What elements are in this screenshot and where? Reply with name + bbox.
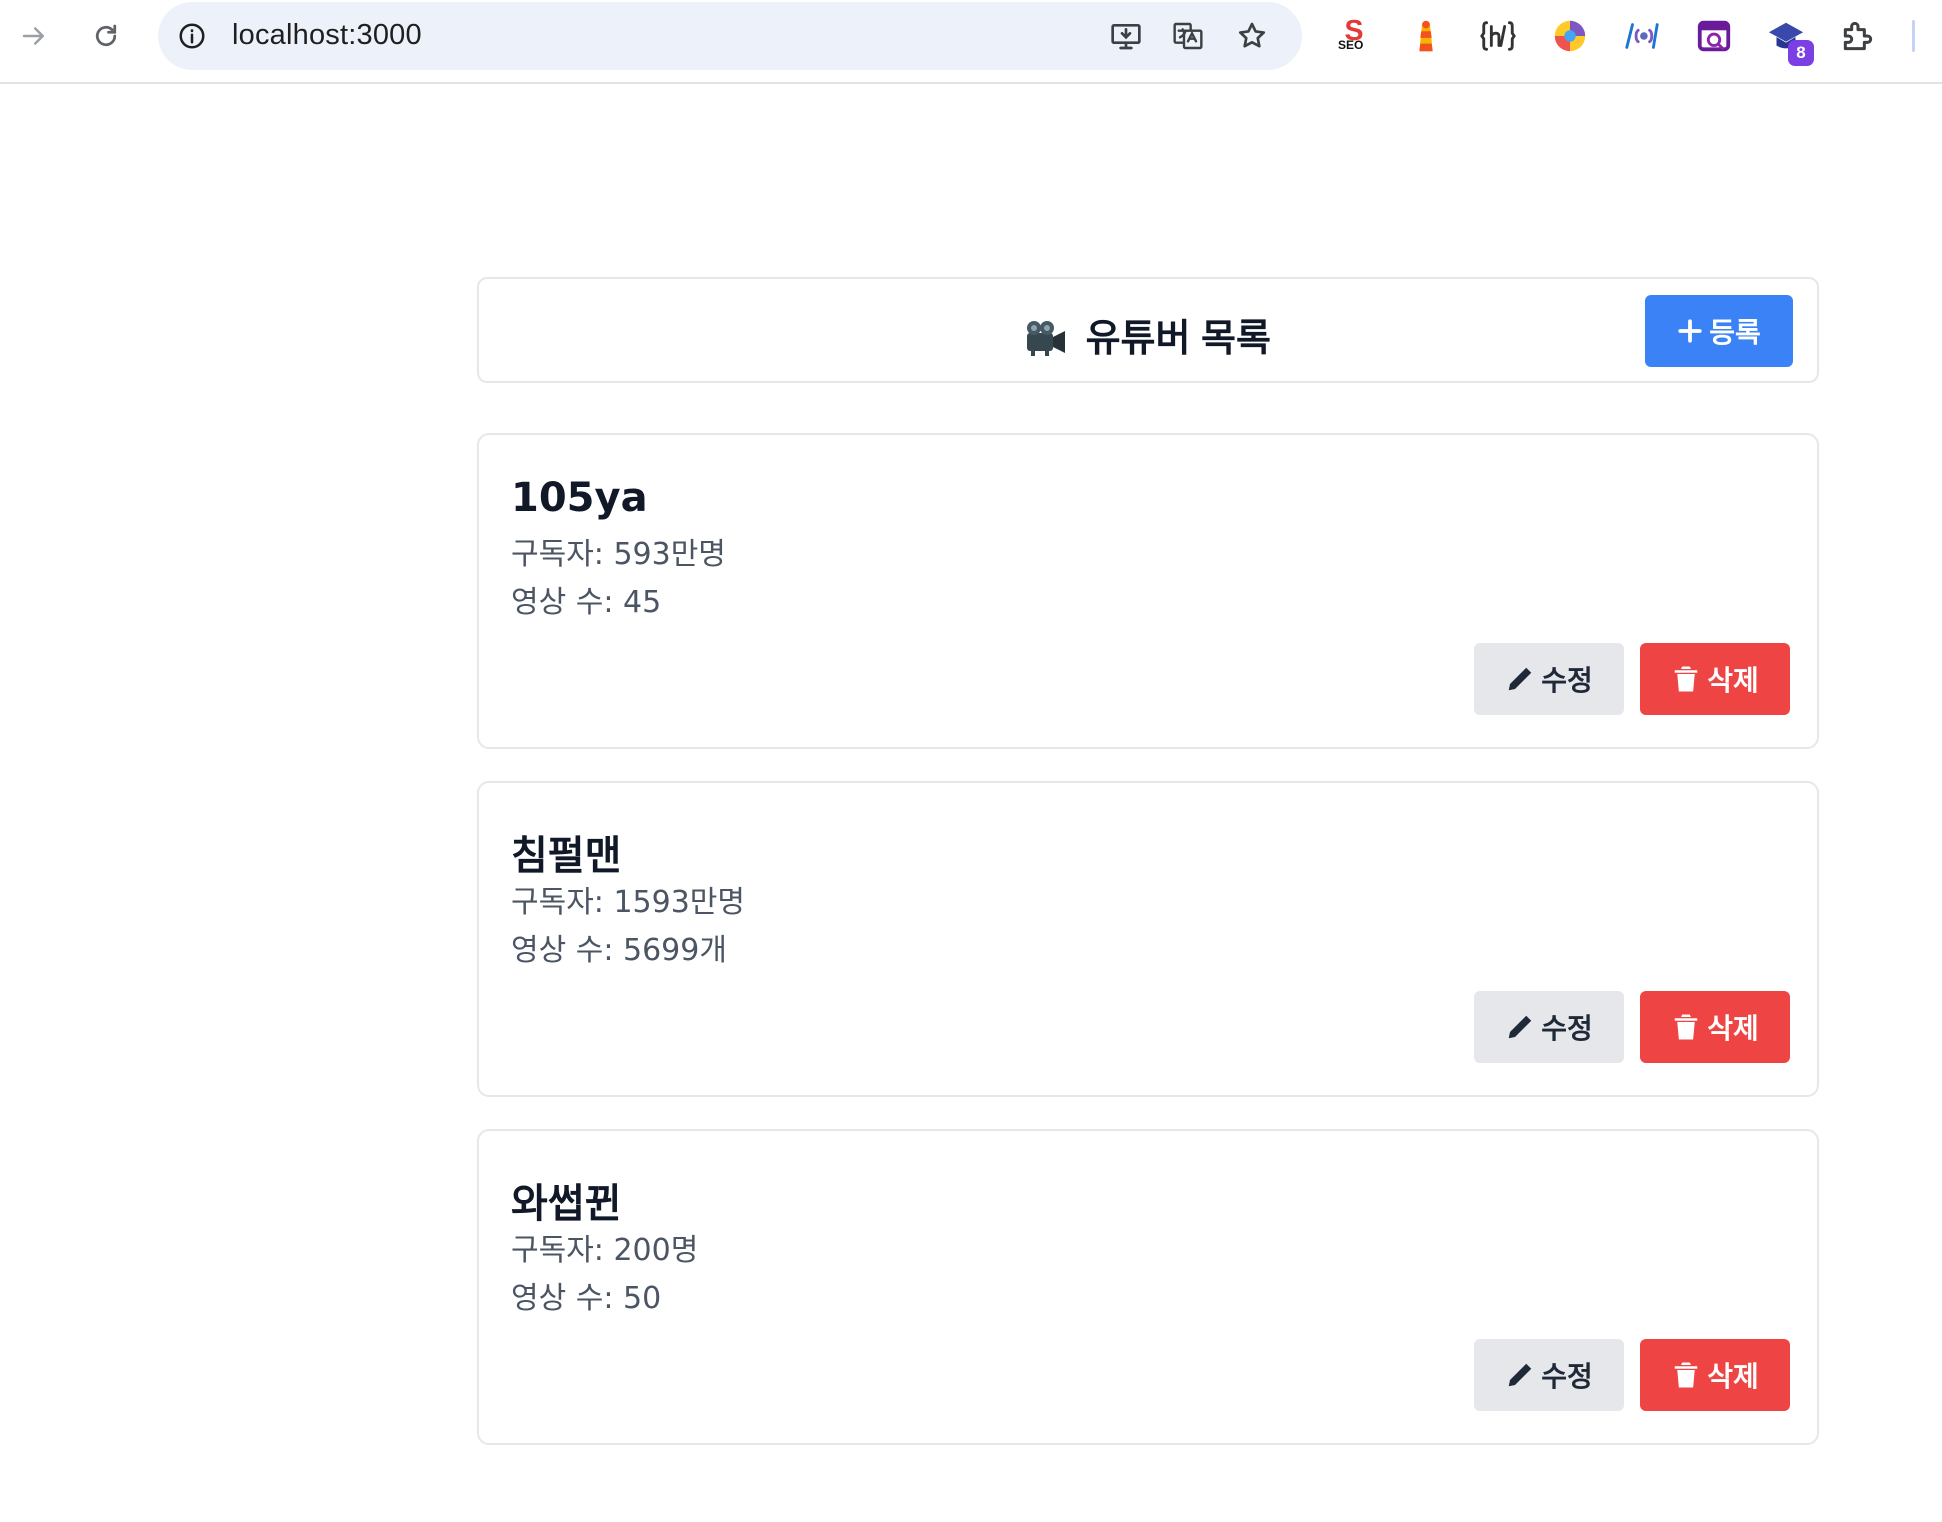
extensions-puzzle-icon[interactable]	[1838, 16, 1878, 56]
bookmark-star-icon[interactable]	[1234, 18, 1270, 54]
edit-button[interactable]: 수정	[1474, 991, 1624, 1063]
browser-toolbar: localhost:3000 S SEO 8	[0, 0, 1942, 84]
forward-button[interactable]	[12, 14, 56, 58]
react-devtools-extension-icon[interactable]	[1622, 16, 1662, 56]
youtuber-card: 와썹뀐 구독자: 200명 영상 수: 50 수정 삭제	[477, 1129, 1819, 1445]
extension-badge-count: 8	[1788, 40, 1814, 66]
edit-button-label: 수정	[1541, 1012, 1593, 1045]
install-app-icon[interactable]	[1108, 18, 1144, 54]
header-card: 유튜버 목록 등록	[477, 277, 1819, 383]
delete-button-label: 삭제	[1707, 664, 1759, 697]
page-title-text: 유튜버 목록	[1085, 318, 1271, 360]
plus-icon	[1678, 319, 1702, 343]
delete-button[interactable]: 삭제	[1640, 991, 1790, 1063]
add-youtuber-button[interactable]: 등록	[1645, 295, 1793, 367]
delete-button[interactable]: 삭제	[1640, 643, 1790, 715]
subscriber-count: 구독자: 200명	[511, 1233, 699, 1268]
page-title: 유튜버 목록	[479, 307, 1817, 367]
url-text[interactable]: localhost:3000	[232, 19, 422, 52]
delete-button-label: 삭제	[1707, 1012, 1759, 1045]
trash-icon	[1674, 666, 1698, 692]
colorful-extension-icon[interactable]	[1550, 16, 1590, 56]
edit-button-label: 수정	[1541, 1360, 1593, 1393]
youtuber-name: 105ya	[511, 475, 648, 521]
subscriber-count: 구독자: 593만명	[511, 537, 726, 572]
redux-devtools-extension-icon[interactable]	[1694, 16, 1734, 56]
edit-button[interactable]: 수정	[1474, 1339, 1624, 1411]
youtuber-name: 와썹뀐	[511, 1181, 622, 1227]
site-info-icon[interactable]	[176, 20, 208, 52]
add-button-label: 등록	[1709, 316, 1761, 349]
delete-button[interactable]: 삭제	[1640, 1339, 1790, 1411]
pencil-icon	[1508, 1015, 1532, 1039]
address-bar[interactable]: localhost:3000	[158, 2, 1302, 70]
video-count: 영상 수: 5699개	[511, 933, 727, 968]
pencil-icon	[1508, 1363, 1532, 1387]
toolbar-separator	[1912, 20, 1915, 52]
delete-button-label: 삭제	[1707, 1360, 1759, 1393]
video-count: 영상 수: 50	[511, 1281, 662, 1316]
graduation-extension-icon[interactable]: 8	[1766, 16, 1814, 66]
trash-icon	[1674, 1014, 1698, 1040]
html-extension-icon[interactable]	[1478, 16, 1518, 56]
translate-icon[interactable]	[1170, 18, 1206, 54]
youtuber-card: 105ya 구독자: 593만명 영상 수: 45 수정 삭제	[477, 433, 1819, 749]
lighthouse-extension-icon[interactable]	[1406, 16, 1446, 56]
youtuber-app: 유튜버 목록 등록 105ya 구독자: 593만명 영상 수: 45 수정 삭…	[477, 277, 1819, 1445]
arrow-right-icon	[22, 27, 44, 45]
subscriber-count: 구독자: 1593만명	[511, 885, 745, 920]
reload-icon	[95, 24, 117, 47]
seo-extension-label: SEO	[1338, 38, 1364, 52]
seo-extension-icon[interactable]: S SEO	[1334, 16, 1374, 56]
edit-button-label: 수정	[1541, 664, 1593, 697]
pencil-icon	[1508, 667, 1532, 691]
trash-icon	[1674, 1362, 1698, 1388]
video-count: 영상 수: 45	[511, 585, 662, 620]
edit-button[interactable]: 수정	[1474, 643, 1624, 715]
reload-button[interactable]	[84, 14, 128, 58]
youtuber-name: 침펄맨	[511, 833, 622, 879]
youtuber-card: 침펄맨 구독자: 1593만명 영상 수: 5699개 수정 삭제	[477, 781, 1819, 1097]
movie-camera-icon	[1025, 319, 1069, 367]
